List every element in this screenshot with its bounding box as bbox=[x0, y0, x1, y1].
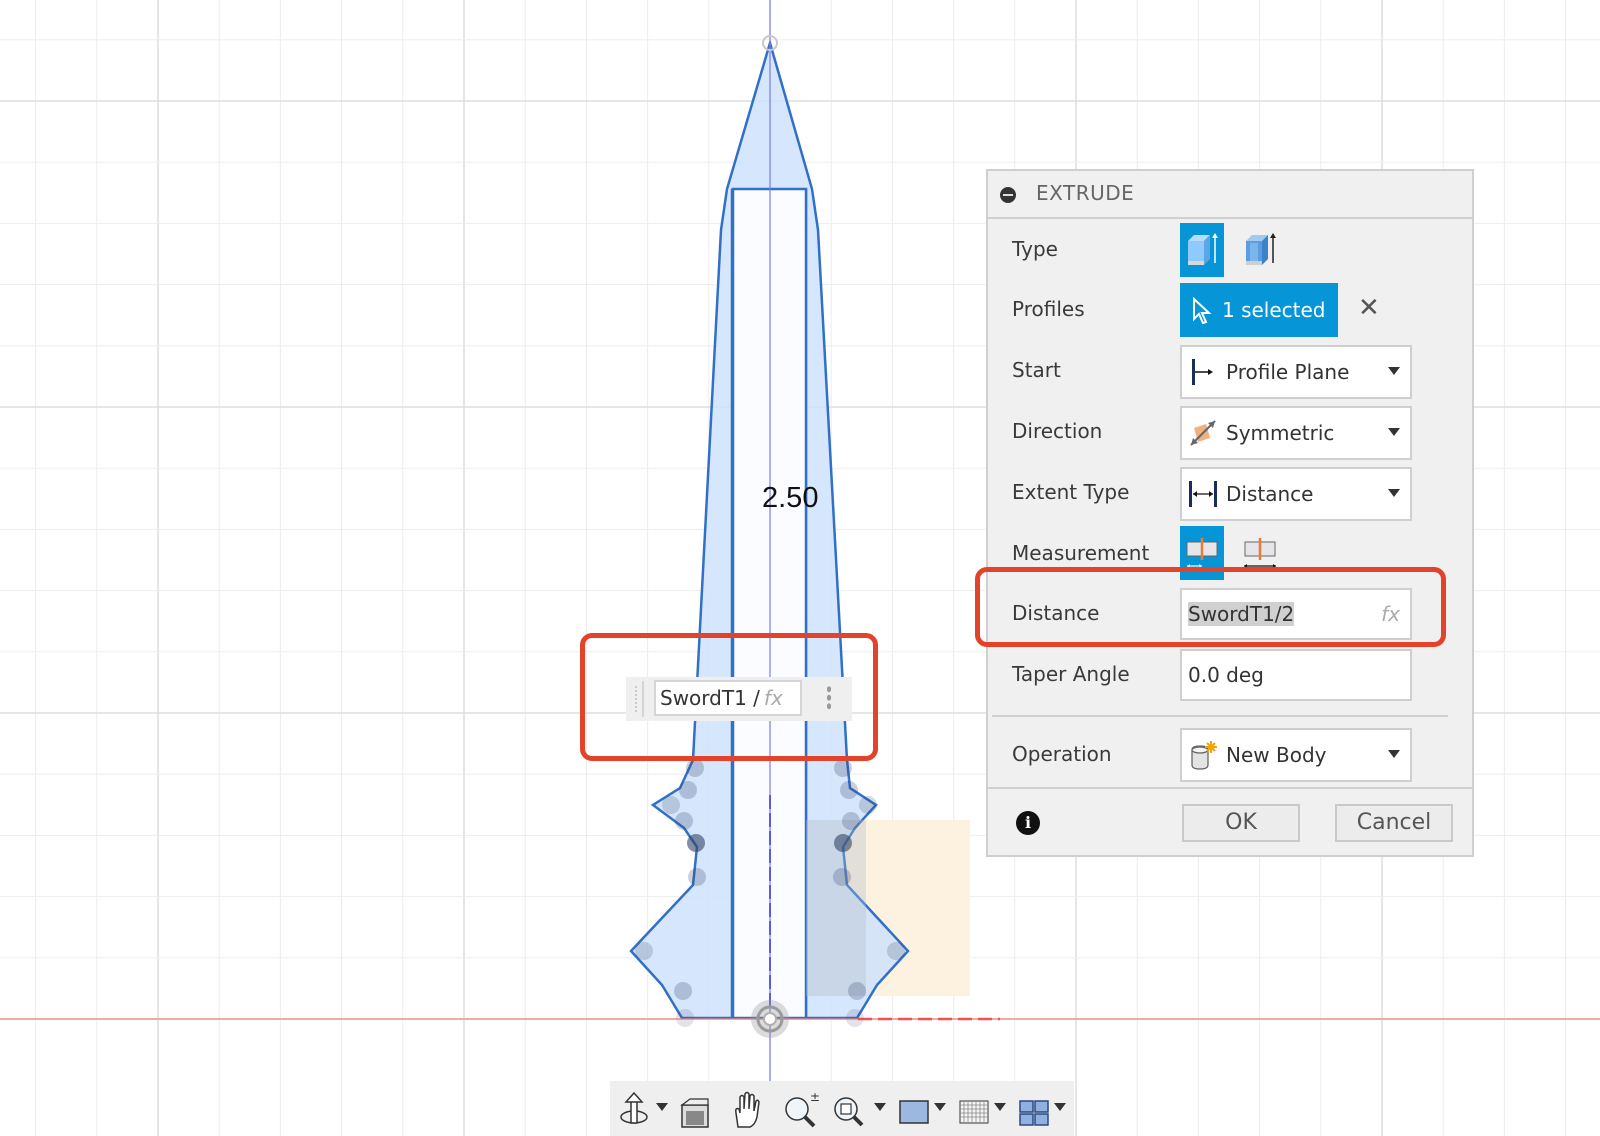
dimension-label[interactable]: 2.50 bbox=[762, 482, 818, 515]
orbit-icon[interactable] bbox=[618, 1089, 652, 1129]
dialog-header: EXTRUDE bbox=[988, 171, 1472, 219]
sketch-point[interactable] bbox=[833, 868, 851, 886]
sketch-point[interactable] bbox=[686, 759, 704, 777]
extrude-dialog: EXTRUDE Type Profiles 1 selected ✕ Start… bbox=[986, 169, 1474, 857]
dialog-title: EXTRUDE bbox=[1036, 181, 1135, 205]
operation-dropdown[interactable]: New Body bbox=[1180, 728, 1412, 782]
operation-label: Operation bbox=[1012, 742, 1112, 766]
symmetric-icon bbox=[1190, 420, 1216, 446]
info-icon[interactable]: i bbox=[1016, 811, 1040, 835]
viewports-icon[interactable] bbox=[1018, 1089, 1052, 1129]
extent-type-dropdown[interactable]: Distance bbox=[1180, 467, 1412, 521]
look-at-icon[interactable] bbox=[678, 1089, 712, 1129]
type-label: Type bbox=[1012, 237, 1058, 261]
sketch-point[interactable] bbox=[842, 812, 860, 830]
new-body-icon bbox=[1191, 741, 1217, 770]
direction-label: Direction bbox=[1012, 419, 1103, 443]
fit-icon[interactable] bbox=[832, 1089, 866, 1129]
start-label: Start bbox=[1012, 358, 1061, 382]
sketch-point[interactable] bbox=[859, 796, 877, 814]
profile-plane-icon bbox=[1192, 359, 1213, 385]
display-settings-icon[interactable] bbox=[898, 1089, 932, 1129]
sketch-point[interactable] bbox=[635, 942, 653, 960]
ok-button[interactable]: OK bbox=[1182, 804, 1300, 842]
cursor-icon bbox=[1193, 297, 1212, 325]
start-dropdown[interactable]: Profile Plane bbox=[1180, 345, 1412, 399]
sketch-point[interactable] bbox=[674, 982, 692, 1000]
grid-settings-icon[interactable] bbox=[958, 1089, 992, 1129]
start-value: Profile Plane bbox=[1226, 360, 1350, 384]
sketch-point[interactable] bbox=[662, 796, 680, 814]
profiles-select-button[interactable]: 1 selected bbox=[1180, 283, 1338, 337]
chevron-down-icon bbox=[1388, 367, 1400, 375]
section-divider bbox=[992, 715, 1448, 717]
annotation-box-inline bbox=[580, 633, 878, 761]
solid-extrude-icon bbox=[1188, 233, 1218, 265]
chevron-down-icon bbox=[1388, 428, 1400, 436]
chevron-down-icon bbox=[1388, 489, 1400, 497]
sketch-point[interactable] bbox=[687, 834, 705, 852]
direction-dropdown[interactable]: Symmetric bbox=[1180, 406, 1412, 460]
taper-angle-label: Taper Angle bbox=[1012, 662, 1130, 686]
footer-divider bbox=[988, 787, 1472, 789]
pan-icon[interactable] bbox=[730, 1089, 764, 1129]
sketch-point[interactable] bbox=[834, 759, 852, 777]
operation-value: New Body bbox=[1226, 743, 1327, 767]
navigation-toolbar: ± bbox=[610, 1081, 1074, 1136]
sketch-point[interactable] bbox=[887, 942, 905, 960]
sketch-point[interactable] bbox=[679, 781, 697, 799]
extent-type-value: Distance bbox=[1226, 482, 1314, 506]
viewports-dropdown-caret[interactable] bbox=[1054, 1103, 1066, 1111]
extent-type-label: Extent Type bbox=[1012, 480, 1130, 504]
direction-value: Symmetric bbox=[1226, 421, 1335, 445]
chevron-down-icon bbox=[1388, 750, 1400, 758]
origin-point[interactable] bbox=[751, 1000, 789, 1038]
sketch-point[interactable] bbox=[688, 868, 706, 886]
profiles-value: 1 selected bbox=[1222, 298, 1326, 322]
type-solid-button[interactable] bbox=[1180, 223, 1224, 277]
taper-angle-input[interactable]: 0.0 deg bbox=[1180, 649, 1412, 701]
grid-dropdown-caret[interactable] bbox=[994, 1103, 1006, 1111]
display-dropdown-caret[interactable] bbox=[934, 1103, 946, 1111]
sketch-point[interactable] bbox=[840, 781, 858, 799]
svg-text:±: ± bbox=[810, 1090, 820, 1104]
sketch-point[interactable] bbox=[834, 834, 852, 852]
annotation-box-distance bbox=[975, 567, 1446, 647]
profiles-label: Profiles bbox=[1012, 297, 1085, 321]
distance-icon bbox=[1189, 481, 1217, 507]
measurement-label: Measurement bbox=[1012, 541, 1150, 565]
zoom-icon[interactable]: ± bbox=[782, 1089, 822, 1129]
type-thin-button[interactable] bbox=[1238, 223, 1282, 277]
cancel-button[interactable]: Cancel bbox=[1335, 804, 1453, 842]
sketch-point[interactable] bbox=[848, 982, 866, 1000]
thin-extrude-icon bbox=[1246, 233, 1276, 265]
collapse-icon[interactable] bbox=[1000, 187, 1016, 203]
taper-angle-value: 0.0 deg bbox=[1188, 663, 1264, 687]
sketch-point[interactable] bbox=[676, 1009, 694, 1027]
sketch-point[interactable] bbox=[675, 812, 693, 830]
clear-selection-icon[interactable]: ✕ bbox=[1358, 293, 1380, 323]
orbit-dropdown-caret[interactable] bbox=[656, 1103, 668, 1111]
fit-dropdown-caret[interactable] bbox=[874, 1103, 886, 1111]
